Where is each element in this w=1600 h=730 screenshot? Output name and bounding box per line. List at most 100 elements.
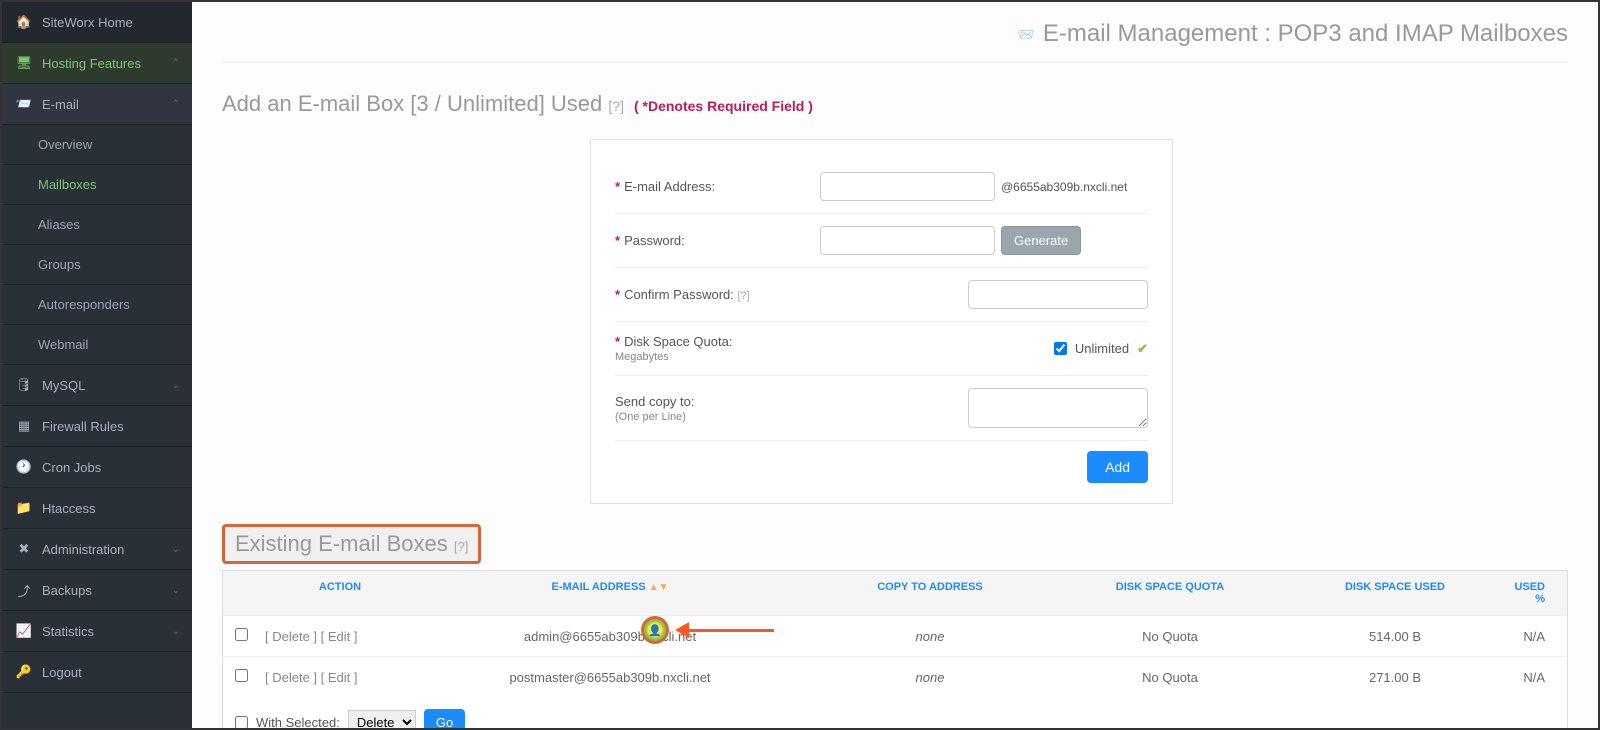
help-icon[interactable]: [?] (738, 290, 750, 302)
existing-boxes-title: Existing E-mail Boxes [?] (222, 524, 481, 564)
chart-icon: 📈 (16, 623, 32, 639)
help-link[interactable]: [?] (608, 98, 624, 114)
sidebar-sub-groups[interactable]: Groups (2, 245, 192, 285)
mail-icon: 📨 (16, 96, 32, 112)
edit-link[interactable]: [ Edit ] (321, 629, 358, 644)
sidebar-label: MySQL (42, 378, 85, 393)
database-icon: 🛢 (16, 377, 32, 393)
sidebar-label: Logout (42, 665, 82, 680)
sidebar-label: Backups (42, 583, 92, 598)
sidebar-item-cron[interactable]: 🕐 Cron Jobs (2, 447, 192, 488)
annotation-circle: 👤 (641, 616, 669, 644)
sidebar-item-backups[interactable]: ⤴ Backups ⌄ (2, 570, 192, 611)
col-copy[interactable]: COPY TO ADDRESS (805, 581, 1055, 605)
sidebar-label: E-mail (42, 97, 79, 112)
check-icon: ✔ (1137, 341, 1148, 357)
copy-textarea[interactable] (968, 388, 1148, 428)
table-row: [ Delete ] [ Edit ] admin@6655ab309b.nxc… (223, 615, 1567, 656)
with-selected-label: With Selected: (256, 715, 340, 728)
sidebar-item-hosting[interactable]: 🖥 Hosting Features ⌃ (2, 43, 192, 84)
col-used[interactable]: DISK SPACE USED (1285, 581, 1505, 605)
cell-used: 271.00 B (1285, 670, 1505, 685)
col-pct[interactable]: USED % (1505, 581, 1555, 605)
sidebar-label: Firewall Rules (42, 419, 124, 434)
mail-icon: 📨 (1017, 26, 1034, 43)
add-button[interactable]: Add (1087, 451, 1148, 483)
unlimited-label: Unlimited (1075, 341, 1129, 356)
cell-quota: No Quota (1055, 670, 1285, 685)
col-email[interactable]: E-MAIL ADDRESS ▲▼ (415, 581, 805, 605)
sidebar-sub-aliases[interactable]: Aliases (2, 205, 192, 245)
sidebar-item-admin[interactable]: ✖ Administration ⌄ (2, 529, 192, 570)
home-icon: 🏠 (16, 14, 32, 30)
chevron-down-icon: ⌄ (172, 380, 180, 391)
col-quota[interactable]: DISK SPACE QUOTA (1055, 581, 1285, 605)
delete-link[interactable]: [ Delete ] (265, 629, 317, 644)
cell-used: 514.00 B (1285, 629, 1505, 644)
firewall-icon: ▦ (16, 418, 32, 434)
chevron-down-icon: ⌄ (172, 626, 180, 637)
quota-label: Disk Space Quota: (624, 334, 732, 349)
mailbox-table: ACTION E-MAIL ADDRESS ▲▼ COPY TO ADDRESS… (222, 570, 1568, 728)
quota-sublabel: Megabytes (615, 351, 820, 363)
select-all-checkbox[interactable] (235, 716, 248, 728)
cell-quota: No Quota (1055, 629, 1285, 644)
password-label: Password: (624, 233, 685, 248)
sidebar-item-home[interactable]: 🏠 SiteWorx Home (2, 2, 192, 43)
password-input[interactable] (820, 226, 995, 255)
domain-suffix: @6655ab309b.nxcli.net (1001, 180, 1127, 194)
copy-label: Send copy to: (615, 394, 695, 409)
sidebar-item-logout[interactable]: 🔑 Logout (2, 652, 192, 693)
go-button[interactable]: Go (424, 709, 465, 728)
table-footer: With Selected: Delete Go (223, 697, 1567, 728)
sort-icon: ▲▼ (649, 582, 669, 593)
sidebar-label: SiteWorx Home (42, 15, 133, 30)
sidebar-item-email[interactable]: 📨 E-mail ⌃ (2, 84, 192, 125)
page-title-text: E-mail Management : POP3 and IMAP Mailbo… (1043, 20, 1568, 48)
sidebar-sub-mailboxes[interactable]: Mailboxes (2, 165, 192, 205)
page-title: 📨 E-mail Management : POP3 and IMAP Mail… (222, 2, 1568, 63)
sidebar-sub-autoresponders[interactable]: Autoresponders (2, 285, 192, 325)
sidebar-item-firewall[interactable]: ▦ Firewall Rules (2, 406, 192, 447)
row-checkbox[interactable] (235, 669, 248, 682)
email-input[interactable] (820, 172, 995, 201)
tools-icon: ✖ (16, 541, 32, 557)
backup-icon: ⤴ (16, 582, 32, 598)
annotation-arrow (675, 622, 774, 638)
clock-icon: 🕐 (16, 459, 32, 475)
confirm-input[interactable] (968, 280, 1148, 309)
sidebar-label: Statistics (42, 624, 94, 639)
chevron-up-icon: ⌃ (172, 99, 180, 110)
folder-icon: 📁 (16, 500, 32, 516)
sidebar-item-htaccess[interactable]: 📁 Htaccess (2, 488, 192, 529)
cell-copy: none (805, 629, 1055, 644)
row-checkbox[interactable] (235, 628, 248, 641)
email-label: E-mail Address: (624, 179, 715, 194)
cell-email: postmaster@6655ab309b.nxcli.net (415, 670, 805, 685)
chevron-down-icon: ⌄ (172, 585, 180, 596)
sidebar-label: Cron Jobs (42, 460, 101, 475)
cell-pct: N/A (1505, 629, 1555, 644)
monitor-icon: 🖥 (16, 55, 32, 71)
sidebar-item-stats[interactable]: 📈 Statistics ⌄ (2, 611, 192, 652)
sidebar-sub-overview[interactable]: Overview (2, 125, 192, 165)
chevron-down-icon: ⌄ (172, 544, 180, 555)
bulk-action-select[interactable]: Delete (348, 710, 416, 728)
required-note: ( *Denotes Required Field ) (634, 98, 813, 114)
sidebar-label: Administration (42, 542, 124, 557)
generate-button[interactable]: Generate (1001, 226, 1081, 255)
add-box-title: Add an E-mail Box [3 / Unlimited] Used [… (222, 91, 624, 117)
sidebar-item-mysql[interactable]: 🛢 MySQL ⌄ (2, 365, 192, 406)
logout-icon: 🔑 (16, 664, 32, 680)
delete-link[interactable]: [ Delete ] (265, 670, 317, 685)
confirm-label: Confirm Password: (624, 287, 734, 302)
unlimited-checkbox[interactable] (1054, 342, 1067, 355)
copy-sublabel: (One per Line) (615, 411, 820, 423)
sidebar-sub-webmail[interactable]: Webmail (2, 325, 192, 365)
edit-link[interactable]: [ Edit ] (321, 670, 358, 685)
cell-copy: none (805, 670, 1055, 685)
help-link[interactable]: [?] (454, 539, 468, 554)
col-action[interactable]: ACTION (265, 581, 415, 605)
add-email-form: *E-mail Address: @6655ab309b.nxcli.net *… (590, 139, 1173, 504)
sidebar-label: Htaccess (42, 501, 95, 516)
